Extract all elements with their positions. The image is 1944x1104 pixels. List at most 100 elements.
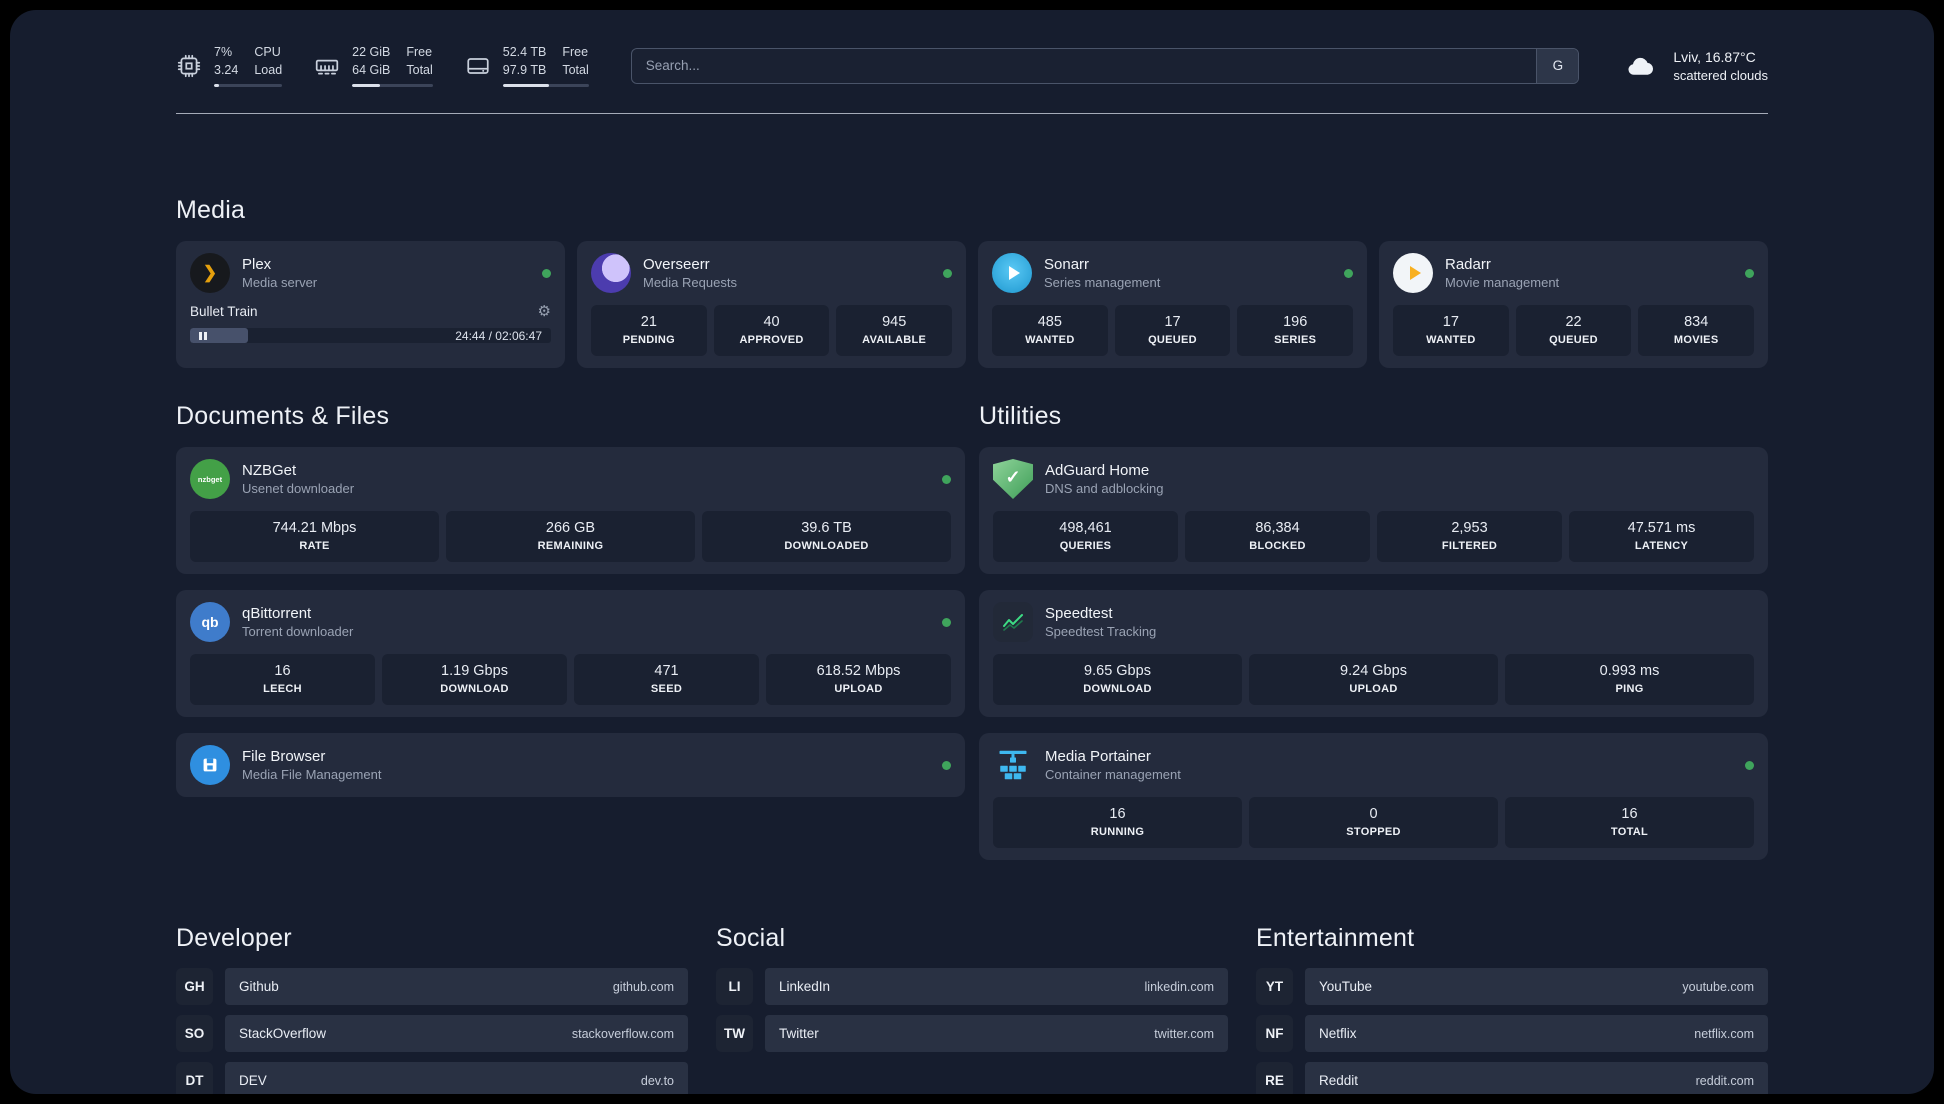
app-name: Sonarr	[1044, 256, 1090, 273]
app-name: Speedtest	[1045, 605, 1113, 622]
memory-icon	[314, 53, 340, 79]
bookmark-netflix[interactable]: NF Netflix netflix.com	[1256, 1015, 1768, 1052]
app-card-sonarr[interactable]: Sonarr Series management 485 WANTED 17 Q…	[978, 241, 1367, 368]
plex-icon	[190, 253, 230, 293]
stat-queries: 498,461 QUERIES	[993, 511, 1178, 562]
youtube-icon: YT	[1256, 968, 1293, 1005]
app-subtitle: Container management	[1045, 767, 1181, 782]
weather-widget[interactable]: Lviv, 16.87°C scattered clouds	[1625, 49, 1768, 83]
search-bar: G	[630, 47, 1580, 84]
stat-stopped: 0 STOPPED	[1249, 797, 1498, 848]
weather-location: Lviv, 16.87°C	[1673, 48, 1756, 65]
nzbget-icon: nzbget	[190, 459, 230, 499]
bookmark-twitter[interactable]: TW Twitter twitter.com	[716, 1015, 1228, 1052]
stat-downloaded: 39.6 TB DOWNLOADED	[702, 511, 951, 562]
app-name: Media Portainer	[1045, 748, 1151, 765]
bookmark-linkedin[interactable]: LI LinkedIn linkedin.com	[716, 968, 1228, 1005]
bookmark-github[interactable]: GH Github github.com	[176, 968, 688, 1005]
stat-movies: 834 MOVIES	[1638, 305, 1755, 356]
app-subtitle: DNS and adblocking	[1045, 481, 1164, 496]
stat-upload: 618.52 Mbps UPLOAD	[766, 654, 951, 705]
stat-queued: 22 QUEUED	[1515, 305, 1632, 356]
memory-free-value: 22 GiB	[352, 45, 391, 59]
stat-seed: 471 SEED	[574, 654, 759, 705]
section-entertainment: Entertainment YT YouTube youtube.com NF …	[1256, 924, 1768, 1094]
bookmark-youtube[interactable]: YT YouTube youtube.com	[1256, 968, 1768, 1005]
section-social: Social LI LinkedIn linkedin.com TW Twitt…	[716, 924, 1228, 1052]
top-bar: 7% 3.24 CPU Load 22 GiB 64 GiB Free Tota…	[176, 44, 1768, 87]
stat-download: 9.65 Gbps DOWNLOAD	[993, 654, 1242, 705]
app-card-plex[interactable]: Plex Media server Bullet Train 24:44	[176, 241, 565, 368]
status-dot	[1745, 268, 1754, 278]
cpu-load-value: 3.24	[214, 62, 239, 77]
stat-upload: 9.24 Gbps UPLOAD	[1249, 654, 1498, 705]
playback-progress-bar[interactable]: 24:44 / 02:06:47	[190, 328, 551, 343]
app-card-qbittorrent[interactable]: qb qBittorrent Torrent downloader 16 LEE…	[176, 590, 965, 717]
dev-icon: DT	[176, 1062, 213, 1094]
adguard-icon	[993, 459, 1033, 499]
storage-usage-bar	[502, 84, 589, 87]
app-name: File Browser	[242, 748, 326, 765]
reddit-icon: RE	[1256, 1062, 1293, 1094]
section-title-entertainment: Entertainment	[1256, 924, 1415, 952]
stat-remaining: 266 GB REMAINING	[446, 511, 695, 562]
bookmark-reddit[interactable]: RE Reddit reddit.com	[1256, 1062, 1768, 1094]
cloud-icon	[1625, 51, 1661, 81]
bookmark-name: DEV	[239, 1073, 267, 1088]
storage-free-value: 52.4 TB	[502, 45, 547, 59]
storage-free-label: Free	[562, 45, 589, 59]
github-icon: GH	[176, 968, 213, 1005]
speedtest-icon	[993, 602, 1033, 642]
status-dot	[542, 268, 551, 278]
section-title-media: Media	[176, 196, 246, 224]
bookmark-name: StackOverflow	[239, 1026, 327, 1041]
stat-latency: 47.571 ms LATENCY	[1569, 511, 1754, 562]
status-dot	[942, 760, 951, 770]
status-dot	[942, 474, 951, 484]
gear-icon[interactable]	[538, 304, 551, 319]
search-input[interactable]	[630, 47, 1580, 84]
app-card-nzbget[interactable]: nzbget NZBGet Usenet downloader 744.21 M…	[176, 447, 965, 574]
stat-filtered: 2,953 FILTERED	[1377, 511, 1562, 562]
app-card-radarr[interactable]: Radarr Movie management 17 WANTED 22 QUE…	[1379, 241, 1768, 368]
qbittorrent-icon: qb	[190, 602, 230, 642]
playback-time: 24:44 / 02:06:47	[455, 328, 542, 343]
cpu-load-label: Load	[254, 62, 283, 77]
app-card-filebrowser[interactable]: File Browser Media File Management	[176, 733, 965, 797]
header-divider	[176, 113, 1768, 114]
app-card-speedtest[interactable]: Speedtest Speedtest Tracking 9.65 Gbps D…	[979, 590, 1768, 717]
section-utilities: Utilities AdGuard Home DNS and adblockin…	[979, 402, 1768, 860]
section-files: Documents & Files nzbget NZBGet Usenet d…	[176, 402, 965, 797]
search-engine-button[interactable]: G	[1536, 48, 1579, 83]
app-subtitle: Media Requests	[643, 275, 737, 290]
app-subtitle: Media File Management	[242, 767, 382, 782]
pause-icon[interactable]	[199, 331, 207, 340]
bookmark-url: netflix.com	[1694, 1026, 1754, 1041]
stat-leech: 16 LEECH	[190, 654, 375, 705]
cpu-percent: 7%	[214, 45, 233, 59]
bookmark-stackoverflow[interactable]: SO StackOverflow stackoverflow.com	[176, 1015, 688, 1052]
app-card-overseerr[interactable]: Overseerr Media Requests 21 PENDING 40 A…	[577, 241, 966, 368]
app-subtitle: Media server	[242, 275, 318, 290]
cpu-label: CPU	[254, 45, 281, 59]
bookmark-dev[interactable]: DT DEV dev.to	[176, 1062, 688, 1094]
app-name: Radarr	[1445, 256, 1491, 273]
twitter-icon: TW	[716, 1015, 753, 1052]
section-media: Media Plex Media server Bullet Train	[176, 196, 1768, 368]
app-name: AdGuard Home	[1045, 462, 1150, 479]
bookmark-url: youtube.com	[1682, 979, 1754, 994]
bookmark-name: Reddit	[1319, 1073, 1359, 1088]
app-card-portainer[interactable]: Media Portainer Container management 16 …	[979, 733, 1768, 860]
stat-series: 196 SERIES	[1237, 305, 1354, 356]
app-name: qBittorrent	[242, 605, 312, 622]
bookmark-name: Twitter	[779, 1026, 819, 1041]
sonarr-icon	[992, 253, 1032, 293]
memory-free-label: Free	[406, 45, 433, 59]
cpu-icon	[176, 53, 202, 79]
stat-pending: 21 PENDING	[591, 305, 707, 356]
cpu-usage-bar	[214, 84, 283, 87]
app-subtitle: Torrent downloader	[242, 624, 354, 639]
plex-now-playing: Bullet Train 24:44 / 02:06:47	[190, 304, 551, 343]
app-card-adguard[interactable]: AdGuard Home DNS and adblocking 498,461 …	[979, 447, 1768, 574]
radarr-icon	[1393, 253, 1433, 293]
